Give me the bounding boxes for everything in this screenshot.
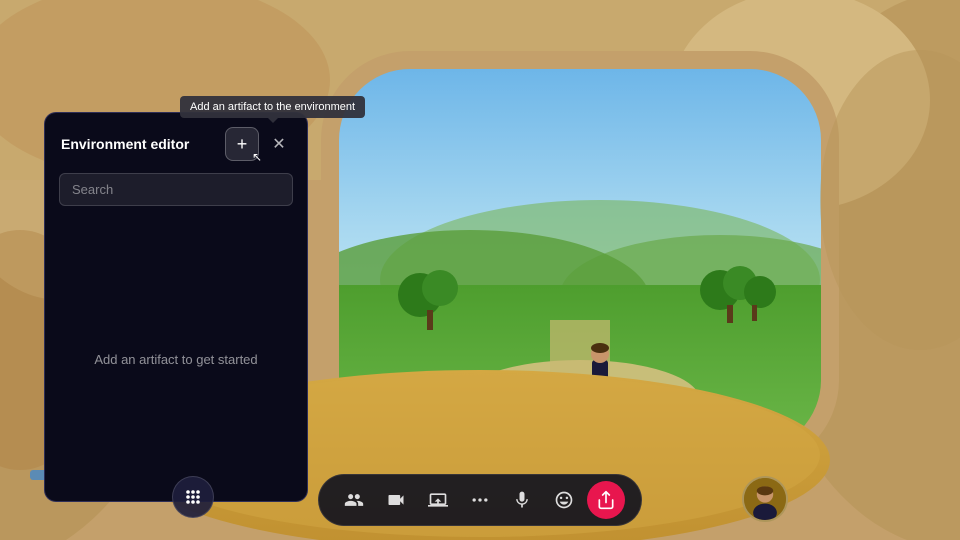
add-artifact-button[interactable]: + ↖ (225, 127, 259, 161)
panel-header: Environment editor + ↖ ✕ (45, 113, 307, 173)
more-icon (470, 490, 490, 510)
emoji-button[interactable] (545, 481, 583, 519)
mic-button[interactable] (503, 481, 541, 519)
user-avatar[interactable] (742, 476, 788, 522)
avatar-image (744, 476, 786, 522)
empty-state-message: Add an artifact to get started (94, 352, 257, 367)
video-icon (386, 490, 406, 510)
more-button[interactable] (461, 481, 499, 519)
grid-menu-button[interactable] (172, 476, 214, 518)
panel-body: Add an artifact to get started (45, 218, 307, 501)
video-button[interactable] (377, 481, 415, 519)
emoji-icon (554, 490, 574, 510)
cursor-icon: ↖ (252, 150, 262, 164)
mic-icon (512, 490, 532, 510)
share-button[interactable] (587, 481, 625, 519)
search-input[interactable] (59, 173, 293, 206)
panel-header-actions: + ↖ ✕ (225, 127, 291, 161)
plus-icon: + (237, 134, 248, 155)
grid-icon (183, 487, 203, 507)
environment-editor-panel: Environment editor + ↖ ✕ Add an artifact… (44, 112, 308, 502)
screen-share-button[interactable] (419, 481, 457, 519)
share-icon (596, 490, 616, 510)
search-container (45, 173, 307, 218)
people-icon (344, 490, 364, 510)
people-button[interactable] (335, 481, 373, 519)
panel-title: Environment editor (61, 136, 189, 152)
close-panel-button[interactable]: ✕ (267, 132, 291, 156)
bottom-toolbar (318, 474, 642, 526)
screen-share-icon (428, 490, 448, 510)
